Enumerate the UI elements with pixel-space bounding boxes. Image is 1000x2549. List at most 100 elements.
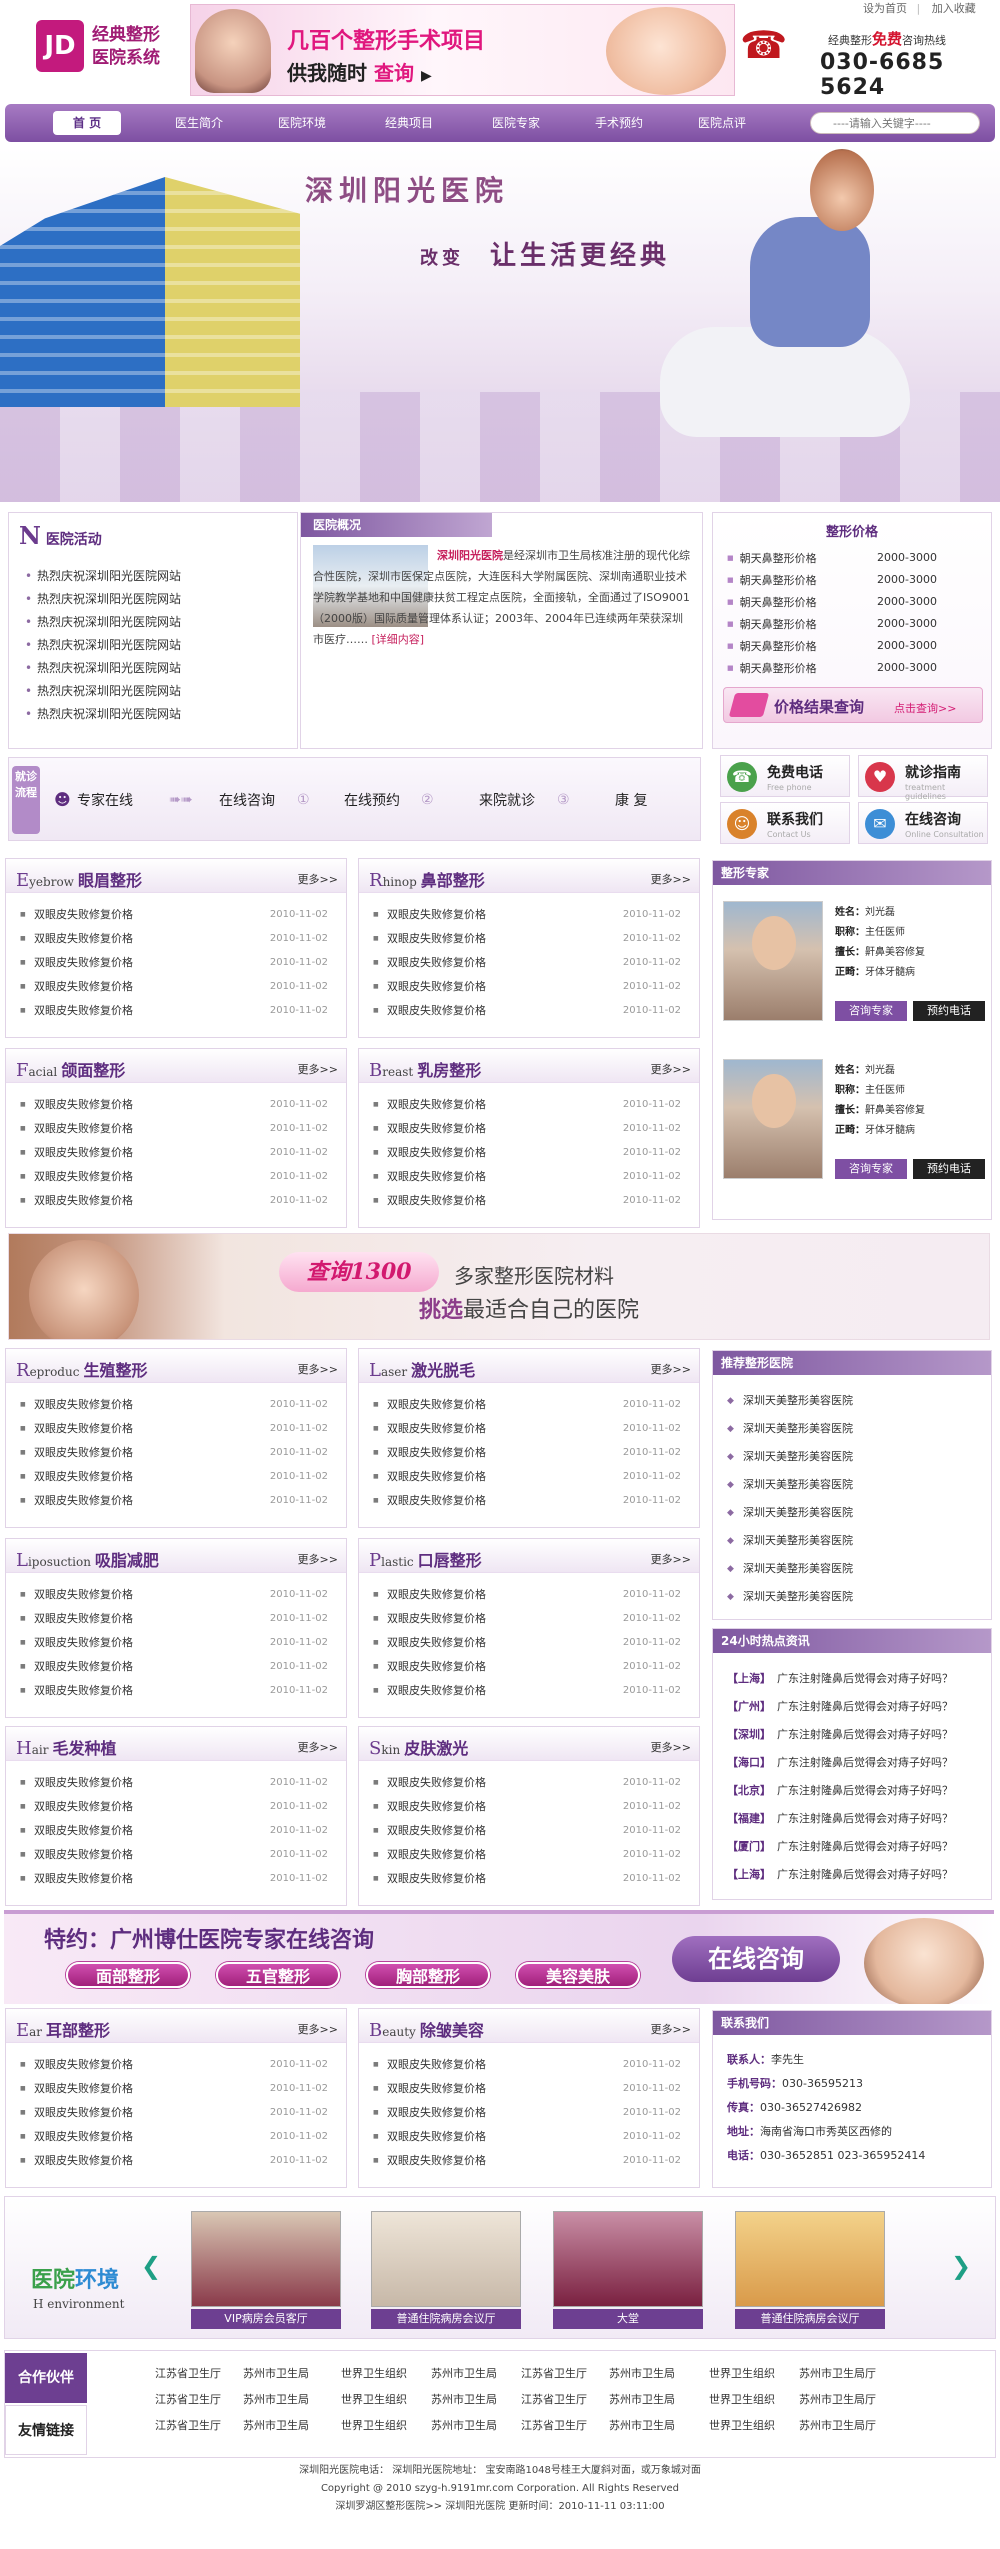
list-item[interactable]: 双眼皮失败修复价格2010-11-02 [371,2101,691,2125]
list-item[interactable]: 深圳天美整形美容医院 [727,1583,853,1611]
more-link[interactable]: 更多>> [651,2021,691,2037]
partner-link[interactable]: 苏州市卫生局 [243,2417,309,2433]
list-item[interactable]: 双眼皮失败修复价格2010-11-02 [371,1465,691,1489]
partner-link[interactable]: 苏州市卫生局 [431,2417,497,2433]
step-expert-online[interactable]: 专家在线 [77,790,133,810]
overview-more-link[interactable]: [详细内容] [372,633,425,646]
list-item[interactable]: 双眼皮失败修复价格2010-11-02 [371,1771,691,1795]
list-item[interactable]: 深圳天美整形美容医院 [727,1387,853,1415]
environment-item[interactable]: 大堂 [553,2211,703,2329]
list-item[interactable]: 双眼皮失败修复价格2010-11-02 [18,1655,338,1679]
nav-experts[interactable]: 医院专家 [492,114,540,131]
list-item[interactable]: 双眼皮失败修复价格2010-11-02 [371,2125,691,2149]
partner-link[interactable]: 苏州市卫生局厅 [799,2417,876,2433]
nav-booking[interactable]: 手术预约 [595,114,643,131]
list-item[interactable]: 双眼皮失败修复价格2010-11-02 [371,1141,691,1165]
list-item[interactable]: 双眼皮失败修复价格2010-11-02 [18,1583,338,1607]
list-item[interactable]: 【福建】 广东注射隆鼻后觉得会对痔子好吗？ [727,1805,953,1833]
list-item[interactable]: 深圳天美整形美容医院 [727,1499,853,1527]
list-item[interactable]: 双眼皮失败修复价格2010-11-02 [18,1417,338,1441]
partner-link[interactable]: 苏州市卫生局 [609,2365,675,2381]
list-item[interactable]: 双眼皮失败修复价格2010-11-02 [371,1417,691,1441]
list-item[interactable]: 双眼皮失败修复价格2010-11-02 [18,1679,338,1703]
features-surgery-button[interactable]: 五官整形 [216,1962,340,1988]
search-input[interactable] [810,112,980,134]
price-row[interactable]: 朝天鼻整形价格2000-3000 [727,591,987,613]
partner-link[interactable]: 世界卫生组织 [341,2365,407,2381]
list-item[interactable]: 热烈庆祝深圳阳光医院网站 [23,657,181,680]
list-item[interactable]: 双眼皮失败修复价格2010-11-02 [18,1843,338,1867]
list-item[interactable]: 双眼皮失败修复价格2010-11-02 [18,2101,338,2125]
list-item[interactable]: 双眼皮失败修复价格2010-11-02 [18,1465,338,1489]
site-logo[interactable]: JD 经典整形 医院系统 [36,20,186,72]
nav-doctor-intro[interactable]: 医生简介 [175,114,223,131]
partner-link[interactable]: 苏州市卫生局厅 [799,2365,876,2381]
more-link[interactable]: 更多>> [298,2021,338,2037]
list-item[interactable]: 热烈庆祝深圳阳光医院网站 [23,703,181,726]
partner-link[interactable]: 苏州市卫生局 [609,2417,675,2433]
list-item[interactable]: 双眼皮失败修复价格2010-11-02 [18,951,338,975]
price-row[interactable]: 朝天鼻整形价格2000-3000 [727,635,987,657]
list-item[interactable]: 【深圳】 广东注射隆鼻后觉得会对痔子好吗？ [727,1721,953,1749]
list-item[interactable]: 双眼皮失败修复价格2010-11-02 [18,2149,338,2173]
more-link[interactable]: 更多>> [298,1739,338,1755]
tab-friend-links[interactable]: 友情链接 [5,2405,87,2455]
list-item[interactable]: 双眼皮失败修复价格2010-11-02 [371,1679,691,1703]
list-item[interactable]: 双眼皮失败修复价格2010-11-02 [18,1489,338,1513]
partner-link[interactable]: 苏州市卫生局 [609,2391,675,2407]
environment-item[interactable]: 普通住院病房会议厅 [371,2211,521,2329]
treatment-guide-button[interactable]: ♥ 就诊指南 treatment guidelines [858,755,988,801]
online-consult-big-button[interactable]: 在线咨询 [672,1936,840,1982]
free-phone-button[interactable]: ☎ 免费电话 Free phone [720,755,850,797]
price-row[interactable]: 朝天鼻整形价格2000-3000 [727,613,987,635]
chevron-right-icon[interactable]: ❯ [951,2252,971,2280]
contact-us-button[interactable]: ☺ 联系我们 Contact Us [720,802,850,844]
list-item[interactable]: 双眼皮失败修复价格2010-11-02 [371,2053,691,2077]
list-item[interactable]: 双眼皮失败修复价格2010-11-02 [18,1141,338,1165]
more-link[interactable]: 更多>> [651,1061,691,1077]
list-item[interactable]: 双眼皮失败修复价格2010-11-02 [18,1441,338,1465]
list-item[interactable]: 【上海】 广东注射隆鼻后觉得会对痔子好吗？ [727,1861,953,1889]
price-row[interactable]: 朝天鼻整形价格2000-3000 [727,657,987,679]
price-row[interactable]: 朝天鼻整形价格2000-3000 [727,547,987,569]
more-link[interactable]: 更多>> [651,1551,691,1567]
list-item[interactable]: 双眼皮失败修复价格2010-11-02 [371,903,691,927]
skin-beauty-button[interactable]: 美容美肤 [516,1962,640,1988]
list-item[interactable]: 【广州】 广东注射隆鼻后觉得会对痔子好吗？ [727,1693,953,1721]
list-item[interactable]: 双眼皮失败修复价格2010-11-02 [371,951,691,975]
list-item[interactable]: 双眼皮失败修复价格2010-11-02 [371,1117,691,1141]
partner-link[interactable]: 世界卫生组织 [341,2391,407,2407]
partner-link[interactable]: 世界卫生组织 [709,2365,775,2381]
list-item[interactable]: 双眼皮失败修复价格2010-11-02 [18,1771,338,1795]
list-item[interactable]: 双眼皮失败修复价格2010-11-02 [18,1093,338,1117]
chevron-left-icon[interactable]: ❮ [141,2252,161,2280]
list-item[interactable]: 双眼皮失败修复价格2010-11-02 [18,903,338,927]
list-item[interactable]: 双眼皮失败修复价格2010-11-02 [371,1867,691,1891]
online-consult-button[interactable]: ✉ 在线咨询 Online Consultation [858,802,988,844]
environment-item[interactable]: VIP病房会员客厅 [191,2211,341,2329]
more-link[interactable]: 更多>> [298,1361,338,1377]
list-item[interactable]: 双眼皮失败修复价格2010-11-02 [371,1655,691,1679]
list-item[interactable]: 双眼皮失败修复价格2010-11-02 [18,1393,338,1417]
nav-home[interactable]: 首 页 [53,111,121,135]
list-item[interactable]: 双眼皮失败修复价格2010-11-02 [18,1631,338,1655]
step-online-booking[interactable]: 在线预约 [344,790,400,810]
list-item[interactable]: 双眼皮失败修复价格2010-11-02 [18,1117,338,1141]
list-item[interactable]: 【上海】 广东注射隆鼻后觉得会对痔子好吗？ [727,1665,953,1693]
list-item[interactable]: 双眼皮失败修复价格2010-11-02 [371,1631,691,1655]
partner-link[interactable]: 江苏省卫生厅 [521,2391,587,2407]
list-item[interactable]: 双眼皮失败修复价格2010-11-02 [371,2077,691,2101]
list-item[interactable]: 双眼皮失败修复价格2010-11-02 [371,975,691,999]
chest-surgery-button[interactable]: 胸部整形 [366,1962,490,1988]
price-query-button[interactable]: 价格结果查询 点击查询>> [723,687,983,723]
add-favorite-link[interactable]: 加入收藏 [932,2,976,15]
price-row[interactable]: 朝天鼻整形价格2000-3000 [727,569,987,591]
list-item[interactable]: 【厦门】 广东注射隆鼻后觉得会对痔子好吗？ [727,1833,953,1861]
list-item[interactable]: 双眼皮失败修复价格2010-11-02 [18,927,338,951]
environment-item[interactable]: 普通住院病房会议厅 [735,2211,885,2329]
partner-link[interactable]: 江苏省卫生厅 [155,2417,221,2433]
list-item[interactable]: 双眼皮失败修复价格2010-11-02 [18,2077,338,2101]
list-item[interactable]: 双眼皮失败修复价格2010-11-02 [371,1393,691,1417]
nav-reviews[interactable]: 医院点评 [698,114,746,131]
hospital-search-banner[interactable]: 查询1300 多家整形医院材料 挑选最适合自己的医院 [8,1233,990,1340]
